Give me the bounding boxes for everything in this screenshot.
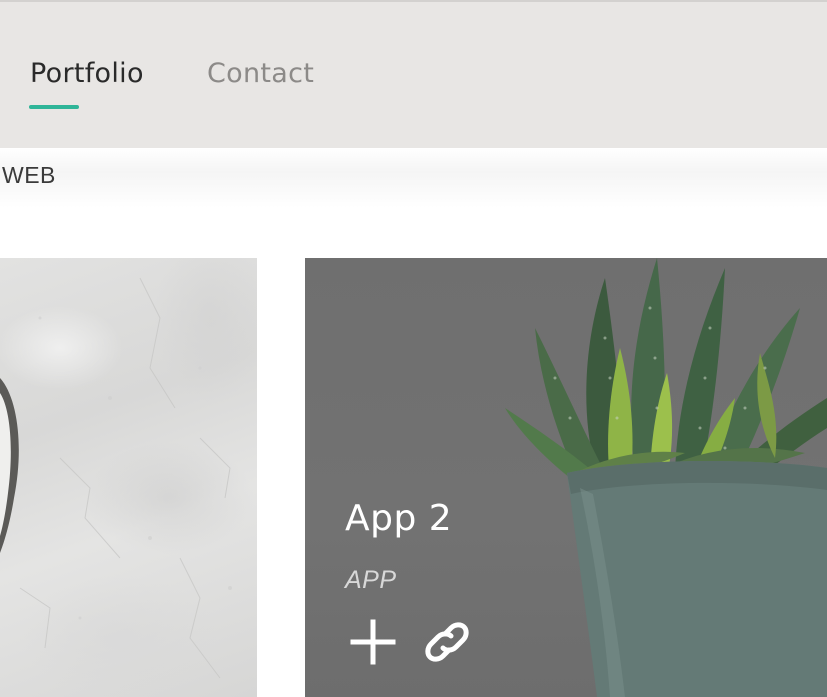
portfolio-card-1[interactable] bbox=[0, 258, 257, 697]
concrete-bowl-image bbox=[0, 277, 232, 679]
filter-web[interactable]: WEB bbox=[2, 162, 56, 189]
active-tab-indicator bbox=[29, 105, 79, 109]
tab-contact[interactable]: Contact bbox=[207, 58, 314, 89]
page: Portfolio Contact WEB App 2 APP bbox=[0, 0, 827, 697]
tab-portfolio[interactable]: Portfolio bbox=[30, 58, 144, 89]
plus-icon[interactable] bbox=[349, 618, 397, 666]
top-nav: Portfolio Contact bbox=[0, 0, 827, 148]
filter-strip bbox=[0, 148, 827, 208]
card-title: App 2 bbox=[345, 498, 453, 539]
card-category: APP bbox=[345, 566, 397, 594]
link-icon[interactable] bbox=[423, 618, 471, 666]
portfolio-card-2[interactable]: App 2 APP bbox=[305, 258, 827, 697]
